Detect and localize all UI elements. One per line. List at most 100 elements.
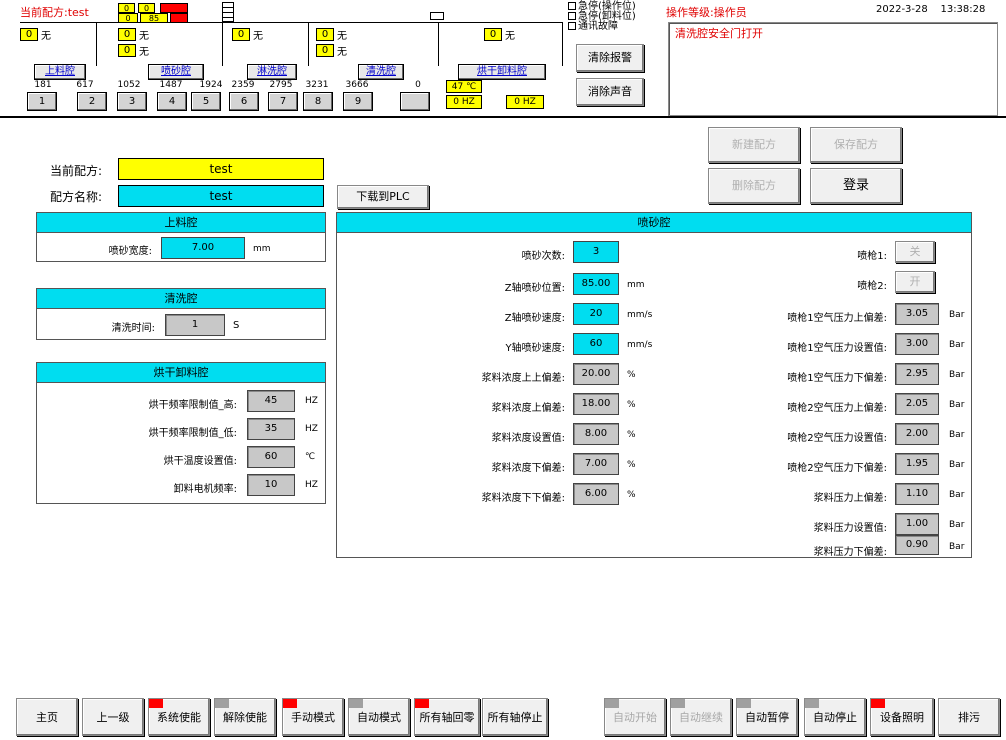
slurry-pressure-upper-value[interactable]: 1.10: [895, 483, 939, 505]
divider: [96, 22, 97, 66]
download-plc-button[interactable]: 下载到PLC: [337, 185, 429, 209]
gun1-air-setpoint-value[interactable]: 3.00: [895, 333, 939, 355]
position-label: 3666: [345, 80, 369, 90]
slurry-conc-upper-label: 浆料浓度上偏差:: [491, 403, 565, 414]
clean-time-label: 清洗时间:: [111, 323, 155, 334]
auto-start-button[interactable]: 自动开始: [604, 698, 666, 736]
blast-count-input[interactable]: 3: [573, 241, 619, 263]
dry-temp-input[interactable]: 60: [247, 446, 295, 468]
indicator-box-a: 0: [118, 3, 135, 13]
alarm-list[interactable]: 清洗腔安全门打开: [668, 22, 998, 116]
sandblast-panel: 喷砂腔 喷砂次数: 3 Z轴喷砂位置: 85.00 mm Z轴喷砂速度: 20 …: [336, 212, 972, 558]
disable-button[interactable]: 解除使能: [214, 698, 276, 736]
new-recipe-button[interactable]: 新建配方: [708, 127, 800, 163]
status-indicator: [737, 699, 751, 708]
sand-status-2-value: 0: [118, 44, 136, 57]
manual-mode-button[interactable]: 手动模式: [282, 698, 344, 736]
station-clean-button[interactable]: 清洗腔: [358, 64, 404, 80]
dry-freq-high-input[interactable]: 45: [247, 390, 295, 412]
gun1-toggle[interactable]: 关: [895, 241, 935, 263]
stop-all-axes-button[interactable]: 所有轴停止: [482, 698, 548, 736]
slurry-conc-lower-lower-unit: %: [627, 490, 636, 500]
gun2-air-setpoint-value[interactable]: 2.00: [895, 423, 939, 445]
load-status-value: 0: [20, 28, 38, 41]
load-status-text: 无: [41, 31, 51, 42]
gun2-air-setpoint-label: 喷枪2空气压力设置值:: [787, 433, 887, 444]
status-indicator: [605, 699, 619, 708]
clean-status-2-text: 无: [337, 47, 347, 58]
gun2-air-setpoint-unit: Bar: [949, 430, 965, 440]
y-blast-speed-input[interactable]: 60: [573, 333, 619, 355]
sandblast-panel-title: 喷砂腔: [337, 213, 971, 233]
station-dry-button[interactable]: 烘干卸料腔: [458, 64, 546, 80]
auto-pause-button[interactable]: 自动暂停: [736, 698, 798, 736]
auto-mode-button[interactable]: 自动模式: [348, 698, 410, 736]
gun1-air-lower-value[interactable]: 2.95: [895, 363, 939, 385]
gun2-air-upper-value[interactable]: 2.05: [895, 393, 939, 415]
clean-status-1-text: 无: [337, 31, 347, 42]
station-rinse-button[interactable]: 淋洗腔: [247, 64, 297, 80]
sand-status-2: 0无: [118, 43, 149, 58]
clean-status-2-value: 0: [316, 44, 334, 57]
back-button[interactable]: 上一级: [82, 698, 144, 736]
position-label: 0: [415, 80, 421, 90]
slurry-conc-lower-label: 浆料浓度下偏差:: [491, 463, 565, 474]
home-all-axes-button[interactable]: 所有轴回零: [414, 698, 480, 736]
slot-7: 7: [268, 92, 298, 111]
slurry-pressure-upper-unit: Bar: [949, 490, 965, 500]
status-indicator: [283, 699, 297, 708]
clear-sound-button[interactable]: 消除声音: [576, 78, 644, 106]
slurry-conc-upper-upper-value[interactable]: 20.00: [573, 363, 619, 385]
position-label: 1924: [199, 80, 223, 90]
y-blast-speed-unit: mm/s: [627, 340, 653, 350]
divider: [308, 22, 309, 66]
operator-level: 操作等级:操作员: [666, 6, 747, 19]
slurry-pressure-setpoint-value[interactable]: 1.00: [895, 513, 939, 535]
slurry-conc-lower-value[interactable]: 7.00: [573, 453, 619, 475]
z-blast-position-input[interactable]: 85.00: [573, 273, 619, 295]
dry-freq-high-unit: HZ: [305, 396, 318, 406]
sand-width-input[interactable]: 7.00: [161, 237, 245, 259]
gun2-air-upper-label: 喷枪2空气压力上偏差:: [787, 403, 887, 414]
blast-count-label: 喷砂次数:: [521, 251, 565, 262]
unload-motor-freq-input[interactable]: 10: [247, 474, 295, 496]
slurry-conc-setpoint-unit: %: [627, 430, 636, 440]
clear-alarm-button[interactable]: 清除报警: [576, 44, 644, 72]
recipe-name-input[interactable]: test: [118, 185, 324, 207]
position-label: 181: [34, 80, 52, 90]
header-recipe-value: test: [67, 6, 89, 19]
slurry-conc-setpoint-value[interactable]: 8.00: [573, 423, 619, 445]
dry-freq-low-label: 烘干频率限制值_低:: [148, 428, 237, 439]
home-button[interactable]: 主页: [16, 698, 78, 736]
z-blast-speed-input[interactable]: 20: [573, 303, 619, 325]
rinse-status: 0无: [232, 27, 263, 42]
save-recipe-button[interactable]: 保存配方: [810, 127, 902, 163]
status-indicator: [349, 699, 363, 708]
z-blast-speed-unit: mm/s: [627, 310, 653, 320]
auto-resume-button[interactable]: 自动继续: [670, 698, 732, 736]
cleaning-panel-title: 清洗腔: [37, 289, 325, 309]
station-load-button[interactable]: 上料腔: [34, 64, 86, 80]
dry-freq-low-input[interactable]: 35: [247, 418, 295, 440]
slurry-conc-lower-lower-value[interactable]: 6.00: [573, 483, 619, 505]
clean-status-1: 0无: [316, 27, 347, 42]
delete-recipe-button[interactable]: 删除配方: [708, 168, 800, 204]
station-sandblast-button[interactable]: 喷砂腔: [148, 64, 204, 80]
equipment-lighting-button[interactable]: 设备照明: [870, 698, 934, 736]
drain-button[interactable]: 排污: [938, 698, 1000, 736]
auto-stop-button[interactable]: 自动停止: [804, 698, 866, 736]
login-button[interactable]: 登录: [810, 168, 902, 204]
gun2-toggle[interactable]: 开: [895, 271, 935, 293]
slurry-conc-upper-value[interactable]: 18.00: [573, 393, 619, 415]
system-enable-button[interactable]: 系统使能: [148, 698, 210, 736]
rinse-status-value: 0: [232, 28, 250, 41]
grid-icon: [222, 2, 234, 22]
gun2-air-lower-value[interactable]: 1.95: [895, 453, 939, 475]
unload-motor-freq-label: 卸料电机频率:: [173, 484, 237, 495]
clean-time-input[interactable]: 1: [165, 314, 225, 336]
clean-status-2: 0无: [316, 43, 347, 58]
position-label: 2795: [269, 80, 293, 90]
slurry-conc-setpoint-label: 浆料浓度设置值:: [491, 433, 565, 444]
gun1-air-upper-value[interactable]: 3.05: [895, 303, 939, 325]
slurry-pressure-lower-value[interactable]: 0.90: [895, 535, 939, 555]
